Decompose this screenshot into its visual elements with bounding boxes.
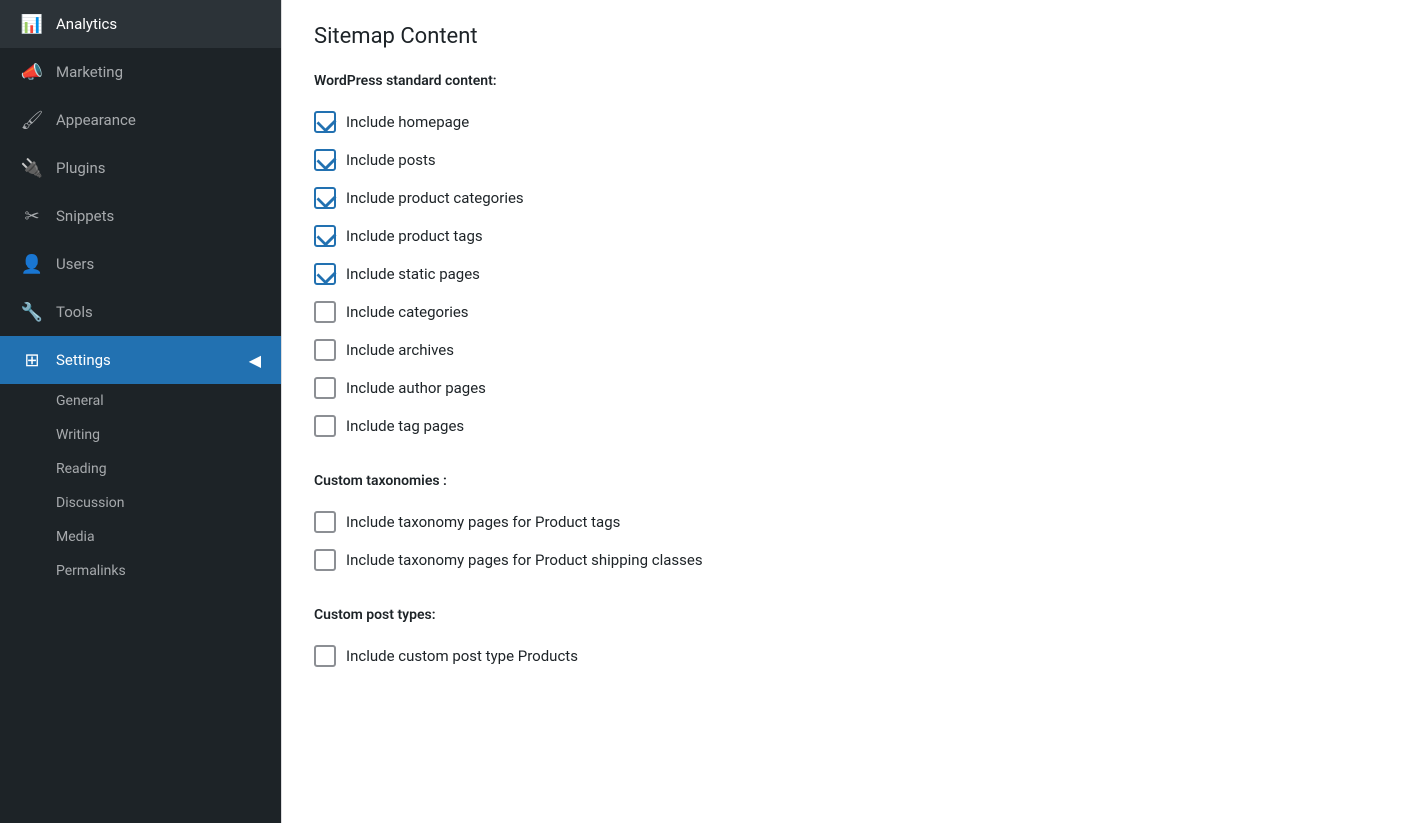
checkbox-row-homepage: Include homepage [314,103,1391,141]
checkbox-label-taxonomy-shipping: Include taxonomy pages for Product shipp… [346,551,703,569]
checkbox-product-tags[interactable] [314,225,336,247]
checkbox-taxonomy-product-tags[interactable] [314,511,336,533]
checkbox-homepage[interactable] [314,111,336,133]
checkbox-static-pages[interactable] [314,263,336,285]
sidebar-item-snippets[interactable]: ✂ Snippets [0,192,281,240]
sidebar-label-tools: Tools [56,303,93,321]
analytics-icon: 📊 [20,12,44,36]
marketing-icon: 📣 [20,60,44,84]
checkbox-post-type-products[interactable] [314,645,336,667]
custom-taxonomies-section: Custom taxonomies : Include taxonomy pag… [314,473,1391,579]
checkbox-label-taxonomy-product-tags: Include taxonomy pages for Product tags [346,513,620,531]
sidebar-label-appearance: Appearance [56,111,136,129]
checkbox-row-static-pages: Include static pages [314,255,1391,293]
sidebar-label-snippets: Snippets [56,207,114,225]
sidebar-label-settings: Settings [56,351,111,369]
checkbox-row-author-pages: Include author pages [314,369,1391,407]
snippets-icon: ✂ [20,204,44,228]
checkbox-label-product-categories: Include product categories [346,189,524,207]
checkbox-label-archives: Include archives [346,341,454,359]
checkbox-row-categories: Include categories [314,293,1391,331]
settings-icon: ⊞ [20,348,44,372]
checkbox-row-post-type-products: Include custom post type Products [314,637,1391,675]
sidebar: 📊 Analytics 📣 Marketing 🖌 Appearance 🔌 Plugins ✂… [0,0,281,823]
sidebar-label-marketing: Marketing [56,63,123,81]
checkbox-tag-pages[interactable] [314,415,336,437]
submenu-item-general[interactable]: General [0,384,281,418]
submenu-item-discussion[interactable]: Discussion [0,486,281,520]
custom-post-types-label: Custom post types: [314,607,1391,623]
checkbox-product-categories[interactable] [314,187,336,209]
checkbox-label-homepage: Include homepage [346,113,469,131]
checkbox-row-tag-pages: Include tag pages [314,407,1391,445]
tools-icon: 🔧 [20,300,44,324]
appearance-icon: 🖌 [20,108,44,132]
checkbox-label-tag-pages: Include tag pages [346,417,464,435]
sidebar-item-appearance[interactable]: 🖌 Appearance [0,96,281,144]
checkbox-archives[interactable] [314,339,336,361]
submenu-item-permalinks[interactable]: Permalinks [0,554,281,588]
checkbox-label-author-pages: Include author pages [346,379,486,397]
sidebar-item-tools[interactable]: 🔧 Tools [0,288,281,336]
users-icon: 👤 [20,252,44,276]
checkbox-label-posts: Include posts [346,151,436,169]
sidebar-label-plugins: Plugins [56,159,105,177]
page-title: Sitemap Content [314,24,1391,49]
submenu-item-reading[interactable]: Reading [0,452,281,486]
custom-taxonomies-label: Custom taxonomies : [314,473,1391,489]
checkbox-label-categories: Include categories [346,303,469,321]
checkbox-row-taxonomy-product-tags: Include taxonomy pages for Product tags [314,503,1391,541]
checkbox-row-posts: Include posts [314,141,1391,179]
checkbox-categories[interactable] [314,301,336,323]
settings-arrow-icon: ◀ [249,351,261,370]
custom-post-types-section: Custom post types: Include custom post t… [314,607,1391,675]
wordpress-standard-section: WordPress standard content: Include home… [314,73,1391,445]
checkbox-label-product-tags: Include product tags [346,227,483,245]
checkbox-label-post-type-products: Include custom post type Products [346,647,578,665]
checkbox-author-pages[interactable] [314,377,336,399]
sidebar-item-marketing[interactable]: 📣 Marketing [0,48,281,96]
checkbox-posts[interactable] [314,149,336,171]
checkbox-row-taxonomy-shipping: Include taxonomy pages for Product shipp… [314,541,1391,579]
checkbox-label-static-pages: Include static pages [346,265,480,283]
sidebar-item-plugins[interactable]: 🔌 Plugins [0,144,281,192]
checkbox-row-product-categories: Include product categories [314,179,1391,217]
submenu-item-media[interactable]: Media [0,520,281,554]
sidebar-item-users[interactable]: 👤 Users [0,240,281,288]
settings-submenu: GeneralWritingReadingDiscussionMediaPerm… [0,384,281,588]
submenu-item-writing[interactable]: Writing [0,418,281,452]
sidebar-item-analytics[interactable]: 📊 Analytics [0,0,281,48]
sidebar-label-users: Users [56,255,94,273]
sidebar-label-analytics: Analytics [56,15,117,33]
plugins-icon: 🔌 [20,156,44,180]
wordpress-section-label: WordPress standard content: [314,73,1391,89]
checkbox-row-product-tags: Include product tags [314,217,1391,255]
main-content: Sitemap Content WordPress standard conte… [281,0,1423,823]
checkbox-row-archives: Include archives [314,331,1391,369]
checkbox-taxonomy-shipping[interactable] [314,549,336,571]
sidebar-item-settings[interactable]: ⊞ Settings ◀ [0,336,281,384]
